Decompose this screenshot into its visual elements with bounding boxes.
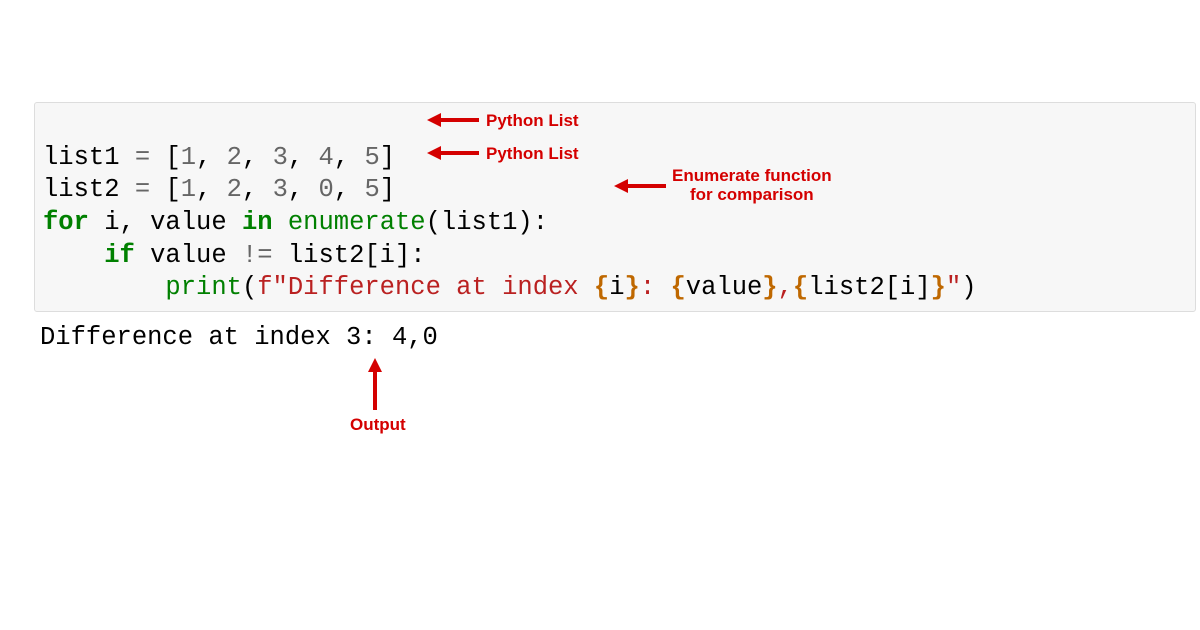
code-line-3: for i, value in enumerate(list1): xyxy=(43,208,548,237)
code-line-2: list2 = [1, 2, 3, 0, 5] xyxy=(43,175,395,204)
output-text: Difference at index 3: 4,0 xyxy=(40,323,438,352)
code-line-4: if value != list2[i]: xyxy=(43,241,426,270)
annotation-enumerate: Enumerate function for comparison xyxy=(672,167,832,204)
code-block: list1 = [1, 2, 3, 4, 5] list2 = [1, 2, 3… xyxy=(34,102,1196,312)
arrow-left-icon xyxy=(427,111,479,129)
code-line-5: print(f"Difference at index {i}: {value}… xyxy=(43,273,977,302)
arrow-left-icon xyxy=(427,144,479,162)
code-line-1: list1 = [1, 2, 3, 4, 5] xyxy=(43,143,395,172)
annotation-python-list-1: Python List xyxy=(486,112,579,131)
arrow-left-icon xyxy=(614,177,666,195)
arrow-up-icon xyxy=(366,358,384,410)
annotation-python-list-2: Python List xyxy=(486,145,579,164)
annotation-output: Output xyxy=(350,416,406,435)
